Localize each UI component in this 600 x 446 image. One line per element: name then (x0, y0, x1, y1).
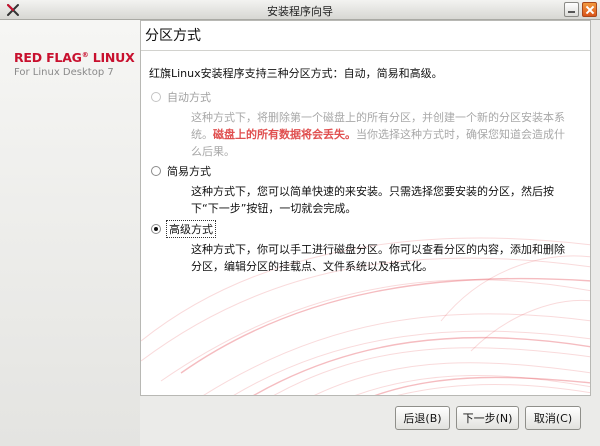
page-header: 分区方式 (141, 21, 590, 51)
auto-label[interactable]: 自动方式 (167, 89, 211, 105)
advanced-description: 这种方式下，你可以手工进行磁盘分区。你可以查看分区的内容，添加和删除分区，编辑分… (191, 243, 565, 273)
advanced-radio[interactable] (151, 224, 161, 234)
installer-window: RED FLAG® LINUX For Linux Desktop 7 分区方式… (0, 20, 600, 446)
brand-registered-mark: ® (81, 50, 89, 59)
advanced-label[interactable]: 高级方式 (166, 220, 216, 238)
minimize-button[interactable] (564, 2, 579, 17)
title-bar: 安装程序向导 (0, 0, 600, 20)
data-loss-warning: 磁盘上的所有数据将会丢失。 (213, 128, 356, 141)
auto-description: 这种方式下，将删除第一个磁盘上的所有分区，并创建一个新的分区安装本系统。磁盘上的… (191, 109, 571, 160)
close-button[interactable] (582, 2, 597, 17)
brand-name: RED FLAG (14, 50, 82, 65)
brand-logo: RED FLAG® LINUX (14, 50, 135, 65)
auto-radio[interactable] (151, 92, 161, 102)
option-simple[interactable]: 简易方式 (151, 163, 211, 179)
simple-radio[interactable] (151, 166, 161, 176)
intro-text: 红旗Linux安装程序支持三种分区方式：自动，简易和高级。 (149, 67, 443, 80)
next-button[interactable]: 下一步(N) (456, 406, 519, 430)
simple-label[interactable]: 简易方式 (167, 163, 211, 179)
window-title: 安装程序向导 (267, 5, 333, 18)
brand-linux: LINUX (88, 50, 135, 65)
option-auto[interactable]: 自动方式 (151, 89, 211, 105)
option-advanced[interactable]: 高级方式 (151, 220, 216, 238)
page-title: 分区方式 (145, 28, 201, 44)
cancel-button[interactable]: 取消(C) (525, 406, 581, 430)
simple-description: 这种方式下，您可以简单快速的来安装。只需选择您要安装的分区，然后按下“下一步”按… (191, 185, 554, 215)
back-button[interactable]: 后退(B) (395, 406, 450, 430)
branding-panel: RED FLAG® LINUX For Linux Desktop 7 (0, 20, 140, 446)
brand-subtitle: For Linux Desktop 7 (14, 67, 114, 78)
content-panel: 分区方式 红旗Linux安装程序支持三种分区方式：自动，简易和高级。 自动方式 … (140, 20, 591, 396)
